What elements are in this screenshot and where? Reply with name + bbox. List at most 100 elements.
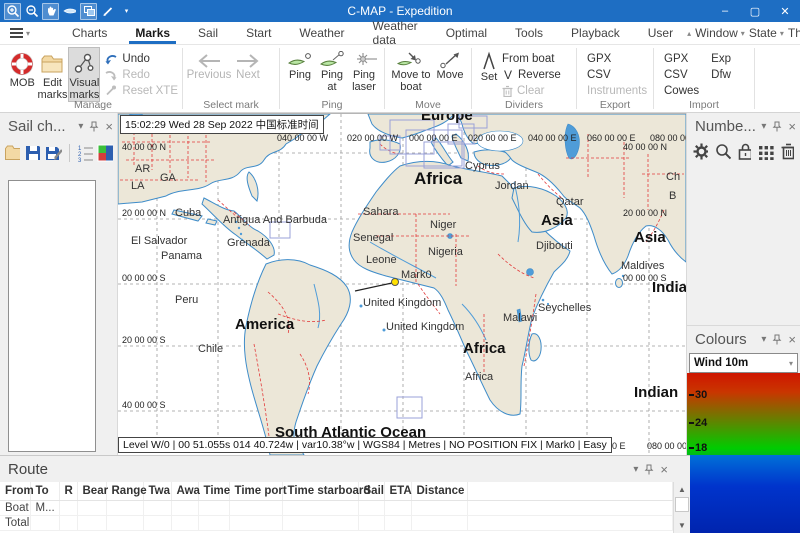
scroll-down-icon[interactable]: ▼ [674, 518, 690, 533]
tab-user[interactable]: User [634, 22, 687, 44]
windows-icon[interactable] [80, 3, 97, 20]
panel-close-icon[interactable]: × [788, 332, 796, 347]
ping-at-button[interactable]: Ping at [316, 47, 348, 93]
trash-icon[interactable] [781, 143, 795, 160]
move-button[interactable]: Move [433, 47, 467, 81]
collapse-ribbon-icon[interactable]: ▴ [687, 29, 691, 38]
tab-charts[interactable]: Charts [58, 22, 121, 44]
sail-chart-list[interactable] [8, 180, 96, 452]
ping-laser-button[interactable]: Ping laser [348, 47, 380, 93]
panel-close-icon[interactable]: × [660, 462, 668, 477]
dividers-reverse-button[interactable]: V Reverse [502, 67, 561, 82]
qat-more-icon[interactable]: ▾ [118, 3, 135, 20]
pen-icon[interactable] [99, 3, 116, 20]
lon-label: 040 00 00 W [277, 133, 328, 143]
ping-button[interactable]: Ping [284, 47, 316, 81]
route-row-total[interactable]: Total [0, 516, 673, 531]
tab-weather-data[interactable]: Weather data [359, 22, 432, 44]
scroll-thumb[interactable] [675, 497, 689, 512]
col-time-starboard[interactable]: Time starboard [282, 482, 358, 501]
col-time-port[interactable]: Time port [229, 482, 282, 501]
dividers-clear-button[interactable]: Clear [502, 83, 561, 98]
col-twa[interactable]: Twa [143, 482, 171, 501]
colour-palette-icon[interactable] [97, 144, 113, 162]
panel-dropdown-icon[interactable]: ▾ [633, 464, 638, 475]
panel-dropdown-icon[interactable]: ▾ [761, 334, 766, 345]
hamburger-icon [10, 26, 23, 40]
mob-button[interactable]: MOB [8, 47, 37, 90]
tab-weather[interactable]: Weather [285, 22, 358, 44]
col-range[interactable]: Range [106, 482, 143, 501]
scroll-up-icon[interactable]: ▲ [674, 482, 690, 497]
panel-pin-icon[interactable] [644, 464, 654, 475]
export-csv-button[interactable]: CSV [587, 67, 647, 82]
panel-pin-icon[interactable] [772, 334, 782, 345]
panel-pin-icon[interactable] [772, 121, 782, 132]
undo-button[interactable]: Undo [104, 51, 178, 66]
import-gpx-button[interactable]: GPX [664, 51, 699, 66]
dividers-from-boat-button[interactable]: From boat [502, 51, 561, 66]
col-r[interactable]: R [59, 482, 77, 501]
maximize-button[interactable]: ▢ [740, 0, 770, 22]
next-mark-button[interactable]: Next [231, 47, 265, 81]
state-menu[interactable]: State▾ [749, 26, 784, 40]
route-row-boat[interactable]: BoatM... [0, 501, 673, 516]
move-to-boat-button[interactable]: Move to boat [389, 47, 433, 93]
grid-icon[interactable] [758, 143, 773, 160]
pan-hand-icon[interactable] [42, 3, 59, 20]
visual-marks-button[interactable]: Visual marks [68, 47, 100, 102]
colour-source-select[interactable]: Wind 10m ▾ [689, 353, 798, 373]
col-awa[interactable]: Awa [171, 482, 198, 501]
place-label: Africa [465, 371, 493, 383]
lock-icon[interactable] [738, 143, 752, 160]
col-eta[interactable]: ETA [384, 482, 411, 501]
save-edit-icon[interactable] [44, 144, 62, 162]
numbered-list-icon[interactable]: 123 [77, 144, 93, 162]
col-distance[interactable]: Distance [411, 482, 467, 501]
export-instruments-button[interactable]: Instruments [587, 83, 647, 98]
zoom-out-icon[interactable] [23, 3, 40, 20]
ribbon-tabs: Charts Marks Sail Start Weather Weather … [58, 22, 687, 44]
panel-pin-icon[interactable] [89, 121, 99, 132]
chart-map[interactable]: Europe Africa Asia Asia America Africa I… [118, 113, 686, 455]
tab-tools[interactable]: Tools [501, 22, 557, 44]
panel-close-icon[interactable]: × [788, 119, 796, 134]
edit-marks-button[interactable]: Edit marks [37, 47, 69, 102]
place-label: Chile [198, 343, 223, 355]
panel-dropdown-icon[interactable]: ▾ [78, 121, 83, 132]
minimize-button[interactable]: – [710, 0, 740, 22]
save-icon[interactable] [24, 144, 40, 162]
import-exp-button[interactable]: Exp [711, 51, 731, 66]
app-menu-button[interactable]: ▾ [0, 22, 40, 44]
col-to[interactable]: To [30, 482, 59, 501]
region-label: Asia [634, 229, 666, 246]
route-scrollbar[interactable]: ▲ ▼ [673, 482, 690, 533]
reset-xte-button[interactable]: Reset XTE [104, 83, 178, 98]
col-from[interactable]: From [0, 482, 30, 501]
export-gpx-button[interactable]: GPX [587, 51, 647, 66]
col-bear[interactable]: Bear [77, 482, 106, 501]
previous-mark-button[interactable]: Previous [187, 47, 231, 81]
col-time[interactable]: Time [198, 482, 229, 501]
tab-start[interactable]: Start [232, 22, 285, 44]
tab-playback[interactable]: Playback [557, 22, 634, 44]
tab-sail[interactable]: Sail [184, 22, 232, 44]
gear-icon[interactable] [693, 143, 708, 160]
import-csv-button[interactable]: CSV [664, 67, 699, 82]
open-folder-icon[interactable] [4, 144, 20, 162]
zoom-in-icon[interactable] [4, 3, 21, 20]
redo-button[interactable]: Redo [104, 67, 178, 82]
tab-optimal[interactable]: Optimal [432, 22, 501, 44]
set-dividers-button[interactable]: Set [476, 47, 502, 83]
theme-menu[interactable]: Theme▾ [788, 26, 800, 40]
boat-icon[interactable] [61, 3, 78, 20]
arrow-right-icon [235, 53, 261, 69]
tab-marks[interactable]: Marks [121, 22, 184, 44]
import-cowes-button[interactable]: Cowes [664, 83, 699, 98]
panel-dropdown-icon[interactable]: ▾ [761, 121, 766, 132]
window-menu[interactable]: Window▾ [695, 26, 745, 40]
search-icon[interactable] [715, 143, 730, 160]
panel-close-icon[interactable]: × [105, 119, 113, 134]
import-dfw-button[interactable]: Dfw [711, 67, 731, 82]
close-button[interactable]: ✕ [770, 0, 800, 22]
